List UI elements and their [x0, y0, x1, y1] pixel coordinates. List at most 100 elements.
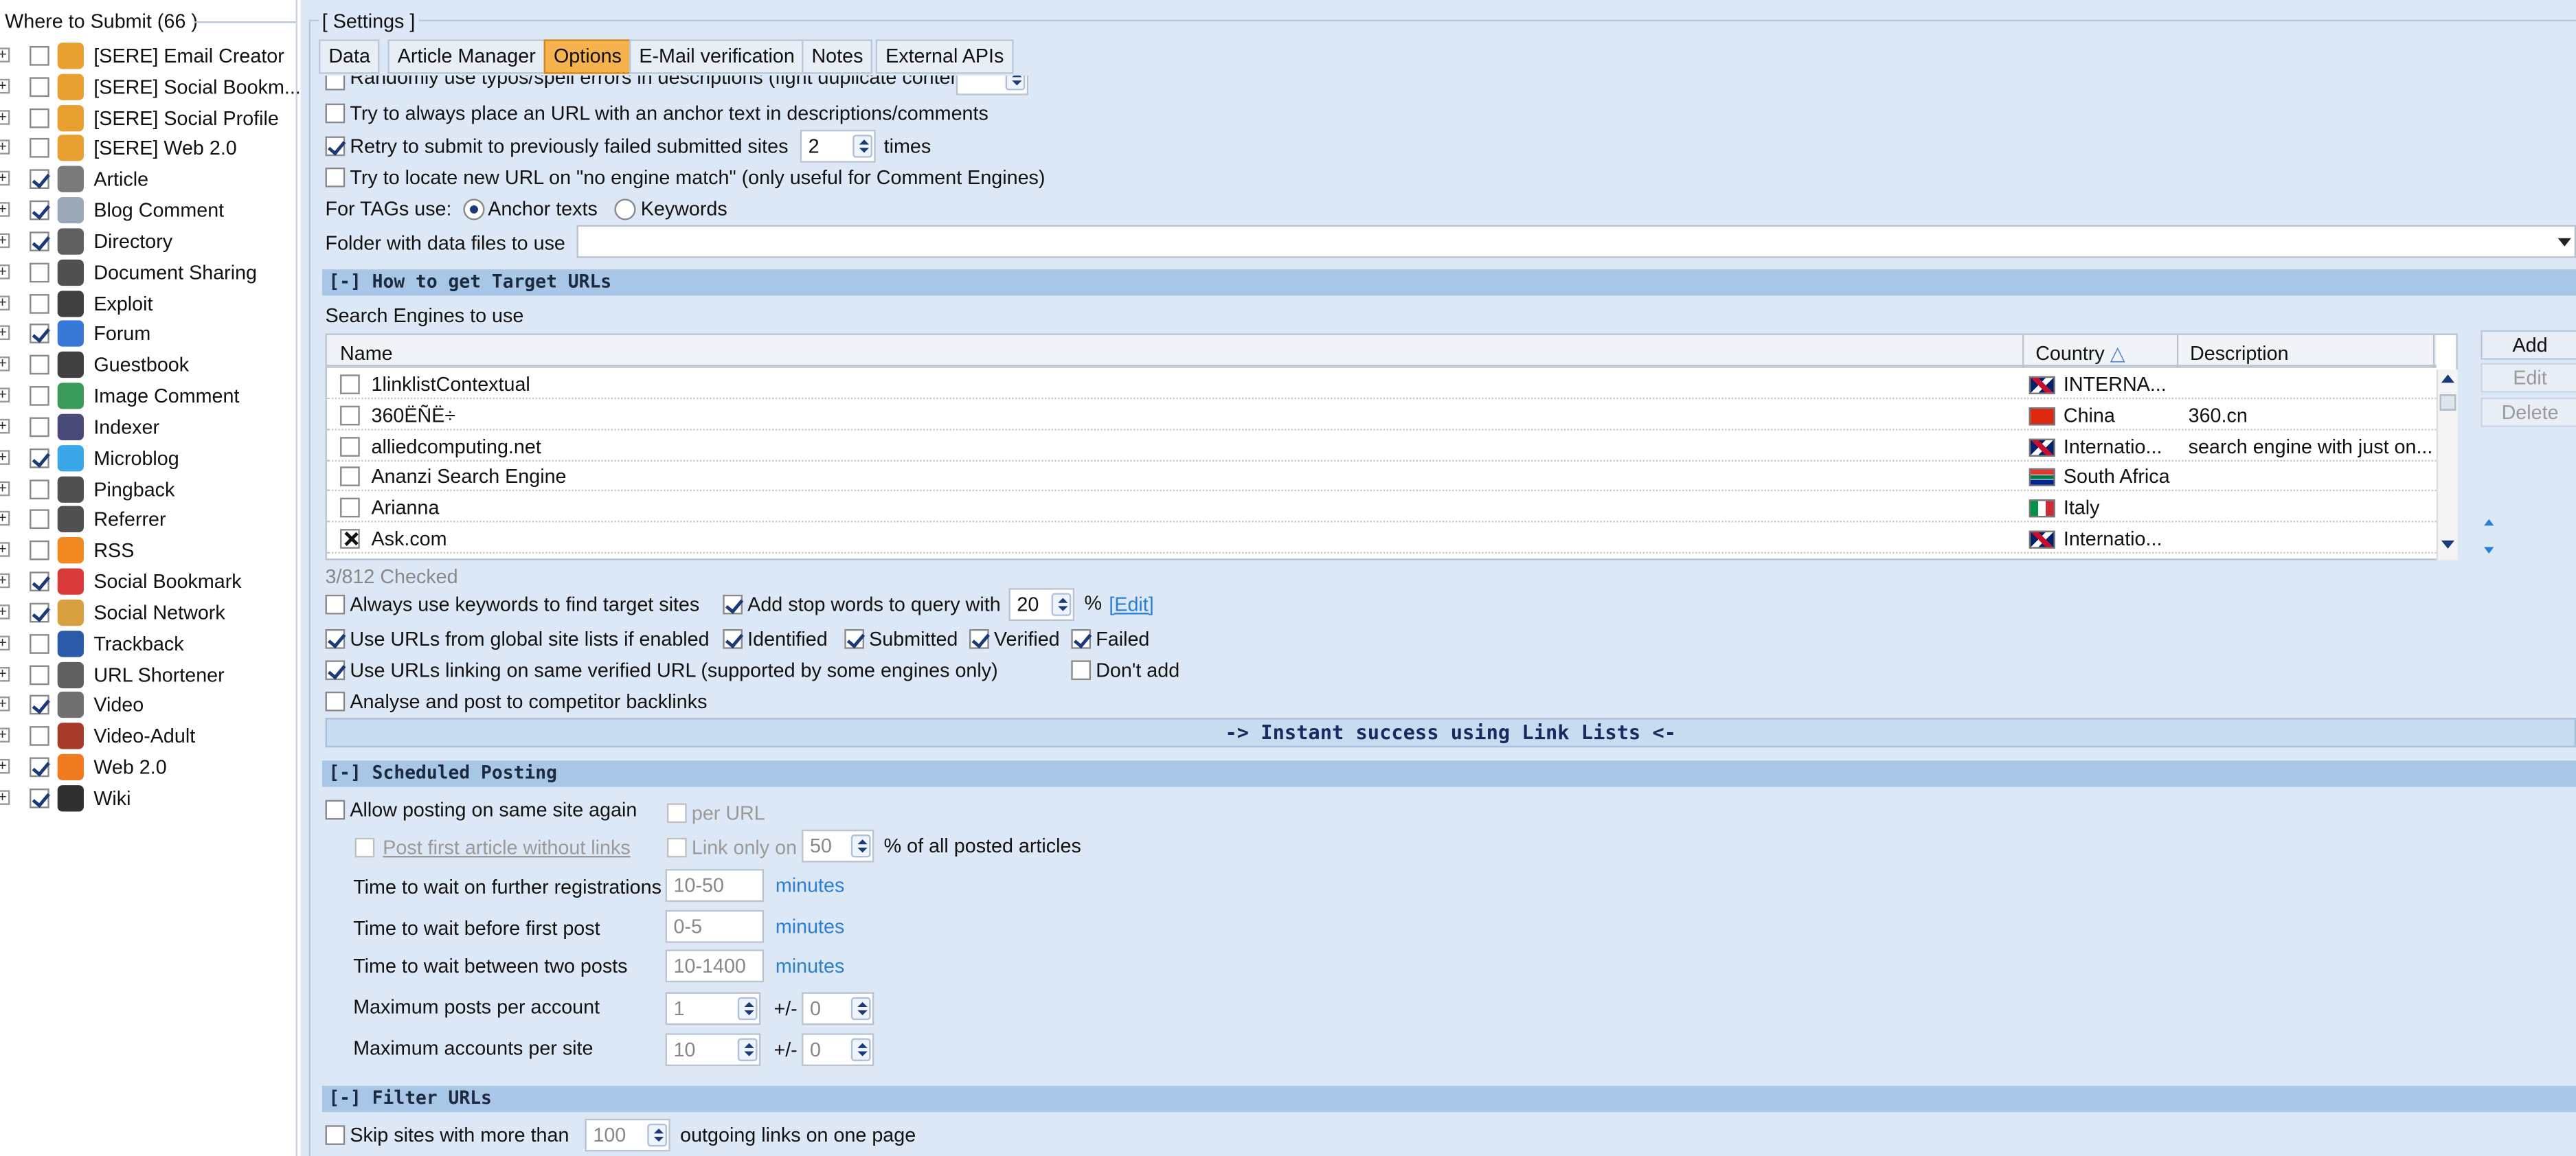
engine-row-checkbox[interactable] [340, 529, 360, 549]
tree-item[interactable]: + Video [0, 690, 295, 720]
locate-new-url-checkbox[interactable] [325, 167, 346, 188]
engine-row[interactable]: Ananzi Search Engine South Africa [326, 462, 2437, 492]
tree-item[interactable]: + Video-Adult [0, 722, 295, 751]
expand-icon[interactable]: + [0, 696, 10, 712]
tree-item[interactable]: + Article [0, 165, 295, 194]
tree-item[interactable]: + Blog Comment [0, 196, 295, 225]
dont-add-checkbox[interactable] [1071, 660, 1092, 681]
engine-row[interactable]: 1linklistContextual INTERNA... [326, 370, 2437, 400]
tab-data[interactable]: Data [318, 39, 381, 74]
skip-sites-checkbox[interactable] [325, 1125, 346, 1145]
tree-item[interactable]: + Social Bookmark [0, 567, 295, 596]
tab-options[interactable]: Options [543, 39, 632, 74]
tree-item[interactable]: + Web 2.0 [0, 753, 295, 782]
tab-external-apis[interactable]: External APIs [875, 39, 1014, 74]
expand-icon[interactable]: + [0, 758, 10, 774]
expand-icon[interactable]: + [0, 418, 10, 434]
expand-icon[interactable]: + [0, 201, 10, 218]
expand-icon[interactable]: + [0, 604, 10, 620]
tree-item[interactable]: + [SERE] Social Bookm... [0, 72, 301, 102]
global-lists-checkbox[interactable] [325, 628, 346, 649]
expand-icon[interactable]: + [0, 139, 10, 155]
tree-item[interactable]: + Pingback [0, 474, 295, 503]
link-only-checkbox[interactable] [666, 837, 687, 858]
tab-e-mail-verification[interactable]: E-Mail verification [629, 39, 805, 74]
tab-article-manager[interactable]: Article Manager [387, 39, 546, 74]
column-description[interactable]: Description [2190, 341, 2289, 364]
edit-stop-words-link[interactable]: [Edit] [1109, 593, 1153, 615]
tree-item-checkbox[interactable] [30, 231, 49, 251]
submitted-checkbox[interactable] [844, 628, 864, 649]
tab-notes[interactable]: Notes [802, 39, 873, 74]
tree-item[interactable]: + Referrer [0, 505, 295, 534]
delete-engine-button[interactable]: Delete [2481, 397, 2576, 427]
wait-between-field[interactable]: 10-1400 [665, 949, 765, 983]
always-keywords-checkbox[interactable] [325, 594, 346, 615]
tree-item[interactable]: + Microblog [0, 443, 295, 473]
tree-item-checkbox[interactable] [30, 788, 49, 808]
retry-times-spinner[interactable]: 2 [800, 129, 876, 163]
tree-item[interactable]: + Indexer [0, 412, 295, 442]
engine-row-checkbox[interactable] [340, 498, 360, 518]
tree-item-checkbox[interactable] [30, 45, 49, 66]
randomize-typos-checkbox[interactable] [325, 76, 346, 91]
tree-item[interactable]: + Guestbook [0, 350, 295, 380]
tree-item-checkbox[interactable] [30, 757, 49, 778]
expand-icon[interactable]: + [0, 789, 10, 805]
column-country[interactable]: Country △ [2035, 341, 2125, 364]
engine-row-checkbox[interactable] [340, 436, 360, 456]
per-url-checkbox[interactable] [666, 803, 687, 824]
expand-icon[interactable]: + [0, 170, 10, 186]
move-down-icon[interactable] [2484, 547, 2494, 554]
tags-anchor-radio[interactable] [463, 199, 485, 220]
tree-item-checkbox[interactable] [30, 695, 49, 716]
expand-icon[interactable]: + [0, 480, 10, 496]
edit-engine-button[interactable]: Edit [2481, 363, 2576, 393]
scroll-down-icon[interactable] [2441, 540, 2455, 549]
tree-item-checkbox[interactable] [30, 726, 49, 747]
scroll-up-icon[interactable] [2441, 374, 2455, 383]
engine-row-checkbox[interactable] [340, 374, 360, 394]
expand-icon[interactable]: + [0, 573, 10, 589]
engine-row-checkbox[interactable] [340, 467, 360, 487]
expand-icon[interactable]: + [0, 263, 10, 280]
tree-item-checkbox[interactable] [30, 139, 49, 159]
stop-words-spinner[interactable]: 20 [1008, 588, 1075, 622]
tree-item-checkbox[interactable] [30, 76, 49, 97]
tree-item-checkbox[interactable] [30, 571, 49, 592]
tree-item[interactable]: + Image Comment [0, 381, 295, 411]
tree-item-checkbox[interactable] [30, 293, 49, 313]
expand-icon[interactable]: + [0, 727, 10, 743]
tree-item-checkbox[interactable] [30, 479, 49, 499]
expand-icon[interactable]: + [0, 387, 10, 403]
tree-item[interactable]: + Forum [0, 319, 295, 349]
tree-item-checkbox[interactable] [30, 510, 49, 530]
tags-keywords-radio[interactable] [614, 199, 636, 220]
tree-item[interactable]: + URL Shortener [0, 659, 295, 689]
tree-item-checkbox[interactable] [30, 541, 49, 561]
engine-row-checkbox[interactable] [340, 405, 360, 425]
engine-row[interactable]: Arianna Italy [326, 493, 2437, 523]
tree-item-checkbox[interactable] [30, 201, 49, 220]
verified-checkbox[interactable] [969, 628, 989, 649]
grid-scrollbar[interactable] [2436, 370, 2458, 560]
identified-checkbox[interactable] [723, 628, 743, 649]
column-name[interactable]: Name [340, 341, 393, 364]
analyse-checkbox[interactable] [325, 691, 346, 712]
retry-failed-checkbox[interactable] [325, 136, 346, 157]
expand-icon[interactable]: + [0, 78, 10, 93]
expand-icon[interactable]: + [0, 666, 10, 681]
engine-row[interactable]: Ask.com Internatio... [326, 524, 2437, 554]
engine-row[interactable]: alliedcomputing.net Internatio... search e… [326, 431, 2437, 462]
tree-item[interactable]: + RSS [0, 536, 295, 565]
tree-item-checkbox[interactable] [30, 448, 49, 468]
tree-item[interactable]: + Directory [0, 227, 295, 256]
tree-item[interactable]: + [SERE] Web 2.0 [0, 134, 295, 163]
expand-icon[interactable]: + [0, 109, 10, 124]
tree-item[interactable]: + Document Sharing [0, 258, 295, 287]
tree-item[interactable]: + Social Network [0, 598, 295, 627]
instant-success-button[interactable]: -> Instant success using Link Lists <- [325, 718, 2576, 748]
max-accounts-spinner[interactable]: 10 [665, 1033, 761, 1067]
failed-checkbox[interactable] [1071, 628, 1092, 649]
expand-icon[interactable]: + [0, 232, 10, 249]
